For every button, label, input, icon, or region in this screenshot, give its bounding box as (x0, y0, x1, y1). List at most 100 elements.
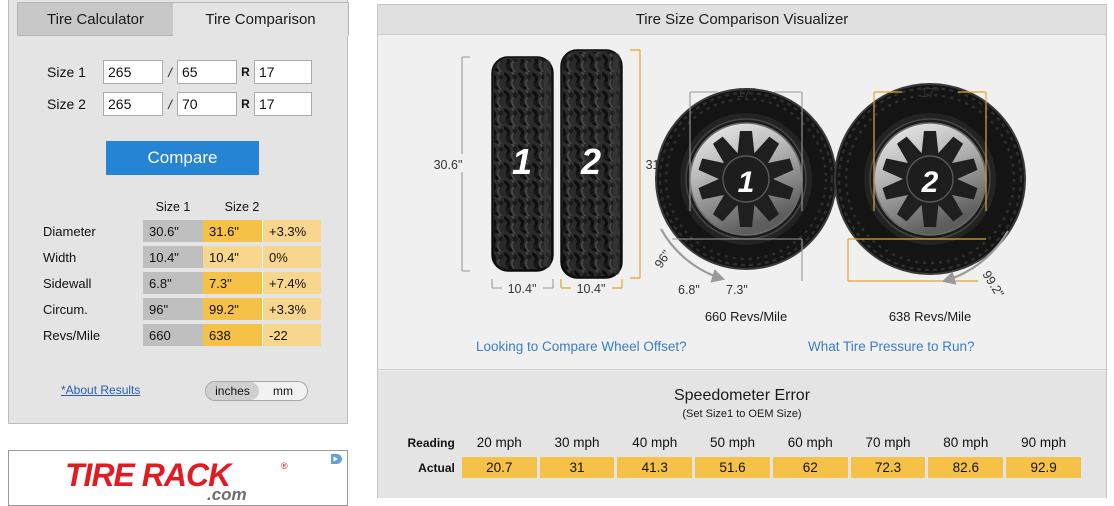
about-results-link[interactable]: *About Results (61, 383, 140, 397)
result-size2-value: 7.3" (203, 272, 263, 294)
speedometer-actual-cell: 92.9 (1006, 457, 1081, 478)
speedometer-reading-cell: 80 mph (943, 435, 989, 450)
results-header-size1: Size 1 (155, 200, 191, 214)
tab-tire-calculator[interactable]: Tire Calculator (17, 2, 174, 36)
size2-width-input[interactable] (103, 92, 163, 116)
speedometer-reading-cell: 50 mph (710, 435, 756, 450)
speedometer-reading-row: Reading 20 mph 30 mph 40 mph 50 mph 60 mph 70… (404, 433, 1084, 452)
speedometer-actual-row: Actual 20.7 31 41.3 51.6 62 72.3 82.6 92.9 (404, 457, 1084, 478)
speedometer-title: Speedometer Error (673, 387, 811, 404)
tire-pressure-link[interactable]: What Tire Pressure to Run? (808, 339, 975, 354)
compare-button[interactable]: Compare (106, 141, 259, 175)
result-delta-value: +7.4% (263, 272, 321, 294)
advertisement-banner[interactable]: TIRE RACK ® .com (8, 450, 348, 506)
speedometer-reading-cell: 70 mph (865, 435, 911, 450)
tire-2-height-dimension (630, 49, 641, 279)
side-view-tire-2: 2 (560, 49, 623, 279)
speedometer-reading-cell: 30 mph (554, 435, 600, 450)
results-header-row: Size 1 Size 2 (43, 200, 333, 220)
wheel-1-number: 1 (738, 166, 755, 199)
speedometer-actual-cell: 82.6 (928, 457, 1004, 478)
result-size2-value: 31.6" (203, 220, 263, 242)
wheel-2-rim-label: 17" (921, 86, 939, 100)
wheel-2-sidewall-label: 7.3" (726, 283, 748, 297)
table-row: Width 10.4" 10.4" 0% (43, 246, 333, 268)
speedometer-actual-cell: 62 (772, 457, 848, 478)
tab-tire-comparison-label: Tire Comparison (205, 10, 316, 28)
result-row-name: Diameter (43, 223, 96, 239)
results-header-spacer (43, 200, 143, 220)
table-row: Sidewall 6.8" 7.3" +7.4% (43, 272, 333, 294)
speedometer-reading-label: Reading (407, 435, 455, 450)
tire-1-width-label: 10.4" (508, 282, 537, 296)
size2-construction-label: R (241, 97, 250, 111)
size2-ratio-input[interactable] (177, 92, 237, 116)
size1-width-input[interactable] (103, 60, 163, 84)
wheel-1-circumference-label: 96" (652, 248, 674, 271)
app-root: Tire Calculator Tire Comparison Size 1 /… (0, 0, 1114, 506)
size1-ratio-input[interactable] (177, 60, 237, 84)
registered-mark: ® (281, 461, 288, 471)
table-row: Diameter 30.6" 31.6" +3.3% (43, 220, 333, 242)
tire-1-height-label: 30.6" (434, 158, 463, 172)
size1-separator: / (168, 64, 172, 80)
visualizer-panel: Tire Size Comparison Visualizer 1 30.6" … (377, 4, 1107, 498)
wheel-1-rim-label: 17" (737, 86, 755, 100)
wheel-1-sidewall-label: 6.8" (678, 283, 700, 297)
result-row-name: Revs/Mile (43, 327, 101, 343)
tab-bar: Tire Calculator Tire Comparison (9, 0, 349, 36)
size2-row: Size 2 / R (47, 92, 312, 116)
tirerack-domain-text: .com (207, 485, 247, 504)
speedometer-actual-cell: 41.3 (617, 457, 693, 478)
tire-2-width-label: 10.4" (577, 282, 606, 296)
result-size1-value: 10.4" (143, 246, 203, 268)
speedometer-actual-cell: 72.3 (850, 457, 926, 478)
unit-option-mm[interactable]: mm (259, 382, 307, 400)
adchoices-icon[interactable] (330, 453, 344, 465)
side-view-tire-1: 1 (491, 56, 554, 272)
speedometer-actual-cell: 31 (539, 457, 615, 478)
speedometer-error-section: Speedometer Error (Set Size1 to OEM Size… (378, 371, 1106, 498)
result-row-name: Sidewall (43, 275, 92, 291)
speedometer-reading-cell: 90 mph (1021, 435, 1067, 450)
tab-tire-comparison[interactable]: Tire Comparison (173, 2, 349, 36)
result-size1-value: 6.8" (143, 272, 203, 294)
size2-diameter-input[interactable] (254, 92, 312, 116)
result-size1-value: 660 (143, 324, 203, 346)
wheel-2-circumference-label: 99.2" (979, 268, 1006, 300)
unit-option-inches[interactable]: inches (206, 382, 259, 400)
calculator-panel: Tire Calculator Tire Comparison Size 1 /… (8, 0, 349, 424)
visualizer-title: Tire Size Comparison Visualizer (378, 5, 1106, 35)
result-delta-value: +3.3% (263, 220, 321, 242)
size1-label: Size 1 (47, 64, 86, 80)
size2-separator: / (168, 96, 172, 112)
speedometer-actual-cell: 20.7 (461, 457, 537, 478)
visualizer-canvas: 1 30.6" 10.4" 2 10.4" 1 17" 6.8" 96" 660… (378, 36, 1106, 328)
speedometer-reading-cell: 60 mph (787, 435, 833, 450)
result-size1-value: 96" (143, 298, 203, 320)
results-header-size2: Size 2 (224, 200, 260, 214)
results-table: Size 1 Size 2 Diameter 30.6" 31.6" +3.3% Wid… (43, 200, 333, 350)
speedometer-subtitle: (Set Size1 to OEM Size) (682, 408, 802, 420)
results-rows: Diameter 30.6" 31.6" +3.3% Width 10.4" 10.4" 0%… (43, 220, 333, 346)
table-row: Circum. 96" 99.2" +3.3% (43, 298, 333, 320)
visualizer-links: Looking to Compare Wheel Offset? What Ti… (378, 328, 1106, 370)
result-size1-value: 30.6" (143, 220, 203, 242)
wheel-1-revs-label: 660 Revs/Mile (705, 309, 787, 324)
result-delta-value: +3.3% (263, 298, 321, 320)
wheel-offset-link[interactable]: Looking to Compare Wheel Offset? (476, 339, 687, 354)
result-size2-value: 10.4" (203, 246, 263, 268)
size2-label: Size 2 (47, 96, 86, 112)
speedometer-actual-cell: 51.6 (695, 457, 770, 478)
result-delta-value: 0% (263, 246, 321, 268)
side-tire-1-number: 1 (512, 141, 532, 182)
size1-construction-label: R (241, 65, 250, 79)
wheel-2-revs-label: 638 Revs/Mile (889, 309, 971, 324)
table-row: Revs/Mile 660 638 -22 (43, 324, 333, 346)
speedometer-reading-cell: 20 mph (476, 435, 522, 450)
speedometer-reading-cell: 40 mph (632, 435, 678, 450)
unit-toggle[interactable]: inches mm (205, 381, 308, 401)
tab-tire-calculator-label: Tire Calculator (47, 10, 144, 28)
tire-comparison-diagram: 1 30.6" 10.4" 2 10.4" 1 17" 6.8" 96" 660… (430, 49, 1026, 324)
size1-diameter-input[interactable] (254, 60, 312, 84)
